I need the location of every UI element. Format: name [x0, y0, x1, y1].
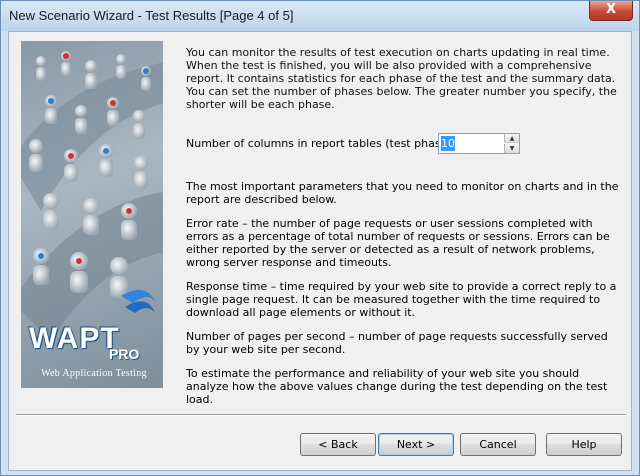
- back-button[interactable]: < Back: [300, 433, 376, 456]
- close-button[interactable]: X: [589, 1, 633, 21]
- wizard-client-area: WAPT PRO Web Application Testing You can…: [8, 31, 632, 471]
- description-lead: The most important parameters that you n…: [186, 180, 619, 206]
- cancel-button[interactable]: Cancel: [460, 433, 536, 456]
- phases-stepper[interactable]: ▲ ▼: [438, 133, 520, 154]
- close-icon: X: [605, 2, 617, 17]
- help-button[interactable]: Help: [546, 433, 622, 456]
- param-response-time: Response time – time required by your we…: [186, 280, 621, 319]
- term-response-time: Response time: [186, 280, 268, 293]
- phases-input[interactable]: [441, 136, 455, 151]
- side-banner-image: WAPT PRO Web Application Testing: [21, 41, 163, 388]
- next-button[interactable]: Next >: [378, 433, 454, 456]
- parameters-description: The most important parameters that you n…: [186, 180, 621, 417]
- intro-text: You can monitor the results of test exec…: [186, 46, 621, 124]
- phases-label: Number of columns in report tables (test…: [186, 137, 462, 150]
- param-pages-per-second: Number of pages per second – number of p…: [186, 330, 621, 356]
- title-bar[interactable]: New Scenario Wizard - Test Results [Page…: [1, 1, 639, 31]
- stepper-up-icon[interactable]: ▲: [504, 134, 519, 143]
- wizard-window: New Scenario Wizard - Test Results [Page…: [0, 0, 640, 476]
- term-pages-per-second: Number of pages per second: [186, 330, 346, 343]
- stepper-arrows[interactable]: ▲ ▼: [504, 134, 519, 153]
- logo-wapt: WAPT: [29, 322, 120, 355]
- footer-divider: [16, 414, 626, 416]
- description-closing: To estimate the performance and reliabil…: [186, 367, 608, 406]
- intro-paragraph: You can monitor the results of test exec…: [186, 46, 617, 111]
- logo-tagline: Web Application Testing: [41, 368, 147, 379]
- term-error-rate: Error rate: [186, 217, 239, 230]
- window-title: New Scenario Wizard - Test Results [Page…: [9, 8, 294, 23]
- term-error-rate-text: – the number of page requests or user se…: [186, 217, 610, 269]
- phases-row: Number of columns in report tables (test…: [186, 133, 621, 155]
- stepper-down-icon[interactable]: ▼: [504, 144, 519, 153]
- param-error-rate: Error rate – the number of page requests…: [186, 217, 621, 269]
- logo-pro: PRO: [109, 346, 140, 362]
